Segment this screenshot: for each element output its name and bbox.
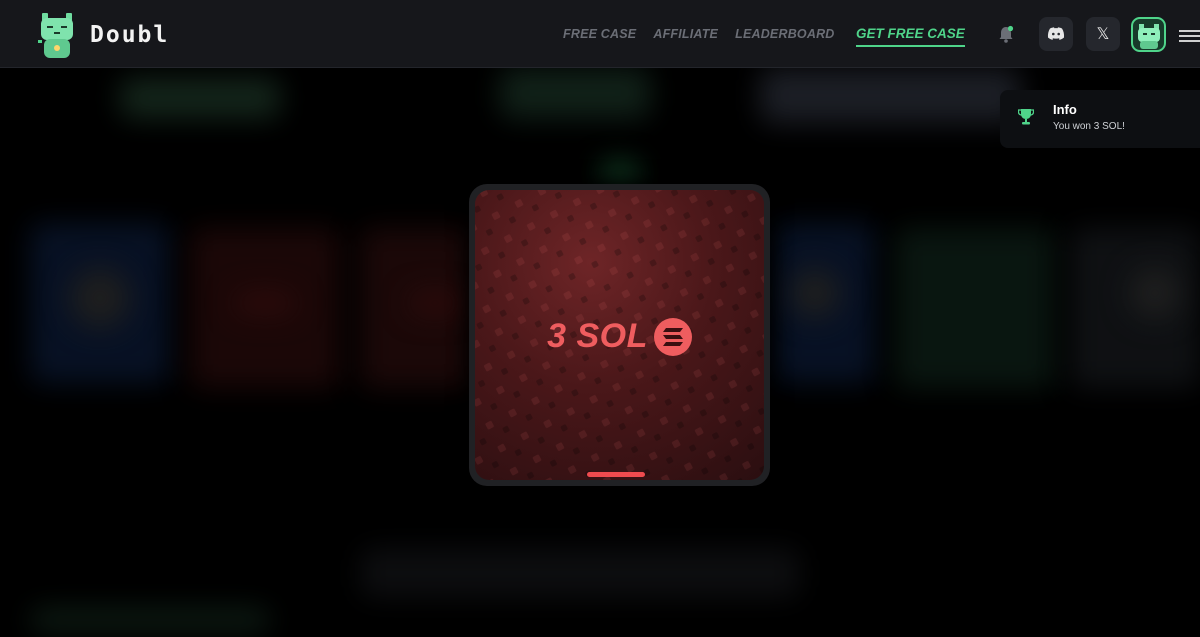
prize-card-frame: 3 SOL [469,184,770,486]
discord-button[interactable] [1039,17,1073,51]
cat-avatar-icon [1137,23,1160,49]
top-navbar: Doubl FREE CASE AFFILIATE LEADERBOARD GE… [0,0,1200,68]
user-avatar[interactable] [1131,17,1166,52]
info-toast[interactable]: Info You won 3 SOL! [1000,90,1200,148]
trophy-icon [1017,108,1035,131]
brand-name: Doubl [90,22,170,48]
nav-leaderboard[interactable]: LEADERBOARD [735,27,834,41]
brand-logo[interactable]: Doubl [38,10,169,60]
main-nav: FREE CASE AFFILIATE LEADERBOARD [563,27,835,41]
nav-affiliate[interactable]: AFFILIATE [653,27,718,41]
rarity-indicator-bar [587,472,645,477]
prize-display: 3 SOL [475,317,764,356]
solana-icon [653,317,692,356]
discord-icon [1047,27,1065,40]
bell-icon[interactable] [998,25,1014,48]
hamburger-menu-icon[interactable] [1179,30,1200,45]
x-icon: 𝕏 [1096,26,1110,43]
prize-amount: 3 SOL [547,317,648,355]
prize-card[interactable]: 3 SOL [475,190,764,480]
toast-message: You won 3 SOL! [1053,121,1125,132]
toast-title: Info [1053,102,1077,117]
nav-free-case[interactable]: FREE CASE [563,27,636,41]
x-button[interactable]: 𝕏 [1086,17,1120,51]
get-free-case-link[interactable]: GET FREE CASE [856,26,965,47]
cat-mascot-icon [38,13,73,58]
